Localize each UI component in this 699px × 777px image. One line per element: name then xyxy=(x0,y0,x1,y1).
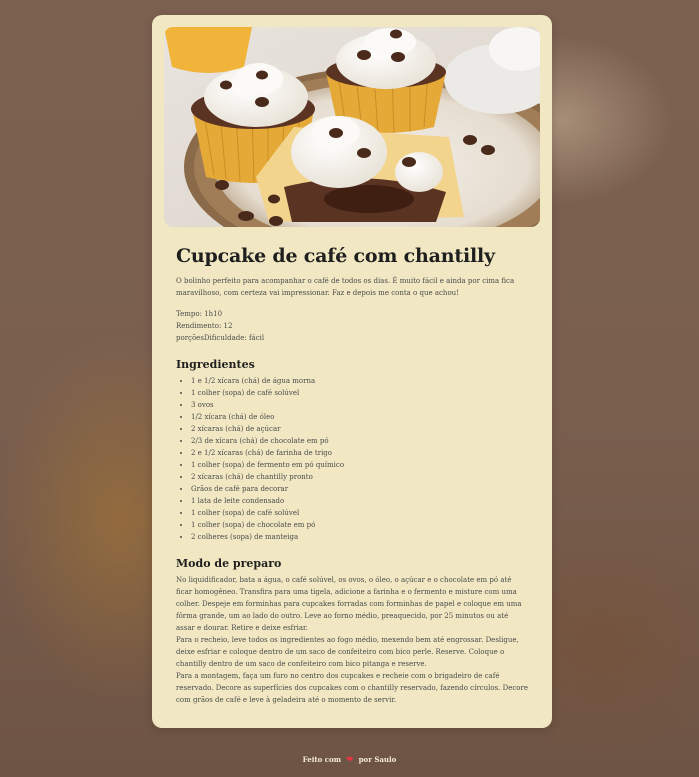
recipe-time: Tempo: 1h10 xyxy=(176,310,223,318)
ingredients-heading: Ingredientes xyxy=(176,358,255,371)
ingredient-item: 1 e 1/2 xícara (chá) de água morna xyxy=(191,375,528,387)
ingredient-item: Grãos de café para decorar xyxy=(191,483,528,495)
ingredient-item: 2 e 1/2 xícaras (chá) de farinha de trig… xyxy=(191,447,528,459)
recipe-content: Cupcake de café com chantilly O bolinho … xyxy=(164,245,540,706)
footer-author: por Saulo xyxy=(358,755,397,764)
ingredient-item: 1 lata de leite condensado xyxy=(191,495,528,507)
cupcake-photo xyxy=(164,27,540,227)
preparation-paragraph: Para a montagem, faça um furo no centro … xyxy=(176,672,528,704)
ingredient-item: 2 colheres (sopa) de manteiga xyxy=(191,531,528,543)
footer-made-with: Feito com xyxy=(302,755,342,764)
ingredient-item: 1 colher (sopa) de fermento em pó químic… xyxy=(191,459,528,471)
preparation-heading: Modo de preparo xyxy=(176,557,282,570)
ingredient-item: 1 colher (sopa) de chocolate em pó xyxy=(191,519,528,531)
ingredient-item: 3 ovos xyxy=(191,399,528,411)
page-footer: Feito com ❤ por Saulo xyxy=(0,754,699,764)
recipe-difficulty: porçõesDificuldade: fácil xyxy=(176,334,265,342)
ingredient-item: 2/3 de xícara (chá) de chocolate em pó xyxy=(191,435,528,447)
recipe-card: Cupcake de café com chantilly O bolinho … xyxy=(152,15,552,728)
ingredient-item: 2 xícaras (chá) de chantilly pronto xyxy=(191,471,528,483)
ingredients-list: 1 e 1/2 xícara (chá) de água morna 1 col… xyxy=(176,375,528,543)
ingredient-item: 1 colher (sopa) de café solúvel xyxy=(191,387,528,399)
heart-icon: ❤ xyxy=(346,754,354,764)
ingredient-item: 1 colher (sopa) de café solúvel xyxy=(191,507,528,519)
recipe-title: Cupcake de café com chantilly xyxy=(176,245,495,267)
ingredient-item: 2 xícaras (chá) de açúcar xyxy=(191,423,528,435)
preparation-paragraph: Para o recheio, leve todos os ingredient… xyxy=(176,636,519,668)
recipe-meta: Tempo: 1h10 Rendimento: 12 porçõesDificu… xyxy=(176,308,528,344)
recipe-intro: O bolinho perfeito para acompanhar o caf… xyxy=(176,277,515,297)
ingredient-item: 1/2 xícara (chá) de óleo xyxy=(191,411,528,423)
recipe-yield: Rendimento: 12 xyxy=(176,322,233,330)
preparation-paragraph: No liquidificador, bata a água, o café s… xyxy=(176,576,522,632)
preparation-steps: No liquidificador, bata a água, o café s… xyxy=(176,574,528,706)
